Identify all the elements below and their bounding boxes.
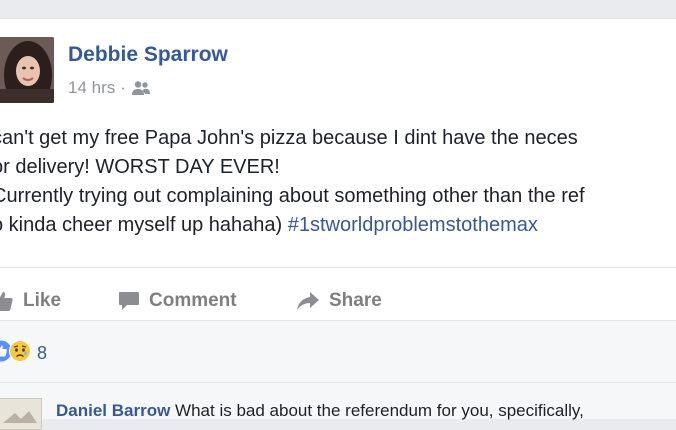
author-name[interactable]: Debbie Sparrow — [68, 43, 228, 67]
share-button[interactable]: Share — [296, 278, 382, 324]
comment-author[interactable]: Daniel Barrow — [56, 401, 170, 420]
post-timestamp[interactable]: 14 hrs — [68, 78, 115, 98]
post-text: can't get my free Papa John's pizza beca… — [0, 124, 676, 240]
post-text-line: can't get my free Papa John's pizza beca… — [0, 127, 578, 149]
reactions-summary[interactable]: 8 — [0, 340, 47, 367]
post-card: Debbie Sparrow 14 hrs · can't get my fre… — [0, 18, 676, 430]
comment-label: Comment — [149, 290, 237, 311]
divider — [0, 382, 676, 383]
post-text-line: Currently trying out complaining about s… — [0, 185, 585, 207]
meta-separator: · — [120, 78, 126, 97]
sad-reaction-icon — [9, 340, 31, 367]
action-bar: Like Comment Share — [0, 278, 676, 324]
thumbs-up-icon — [0, 290, 14, 312]
feedback-section: 8 Daniel Barrow What is bad about the re… — [0, 320, 676, 430]
like-button[interactable]: Like — [0, 278, 61, 324]
comment-bubble-icon — [118, 291, 140, 311]
hashtag-link[interactable]: #1stworldproblemstothemax — [288, 214, 538, 236]
comment-text: What is bad about the referendum for you… — [175, 401, 584, 420]
commenter-avatar[interactable] — [0, 398, 42, 430]
like-label: Like — [23, 290, 62, 311]
author-avatar[interactable] — [0, 37, 54, 103]
post-text-segment: o kinda cheer myself up hahaha) — [0, 214, 288, 236]
share-label: Share — [329, 290, 382, 311]
comment-button[interactable]: Comment — [118, 278, 237, 324]
comment: Daniel Barrow What is bad about the refe… — [56, 401, 584, 421]
friends-icon[interactable] — [131, 80, 151, 96]
post-meta: 14 hrs · — [68, 78, 151, 98]
share-arrow-icon — [296, 291, 320, 311]
divider — [0, 267, 676, 268]
divider — [0, 320, 676, 321]
post-text-line: or delivery! WORST DAY EVER! — [0, 156, 280, 178]
reaction-count[interactable]: 8 — [37, 343, 47, 364]
post-text-line: o kinda cheer myself up hahaha) #1stworl… — [0, 211, 676, 240]
